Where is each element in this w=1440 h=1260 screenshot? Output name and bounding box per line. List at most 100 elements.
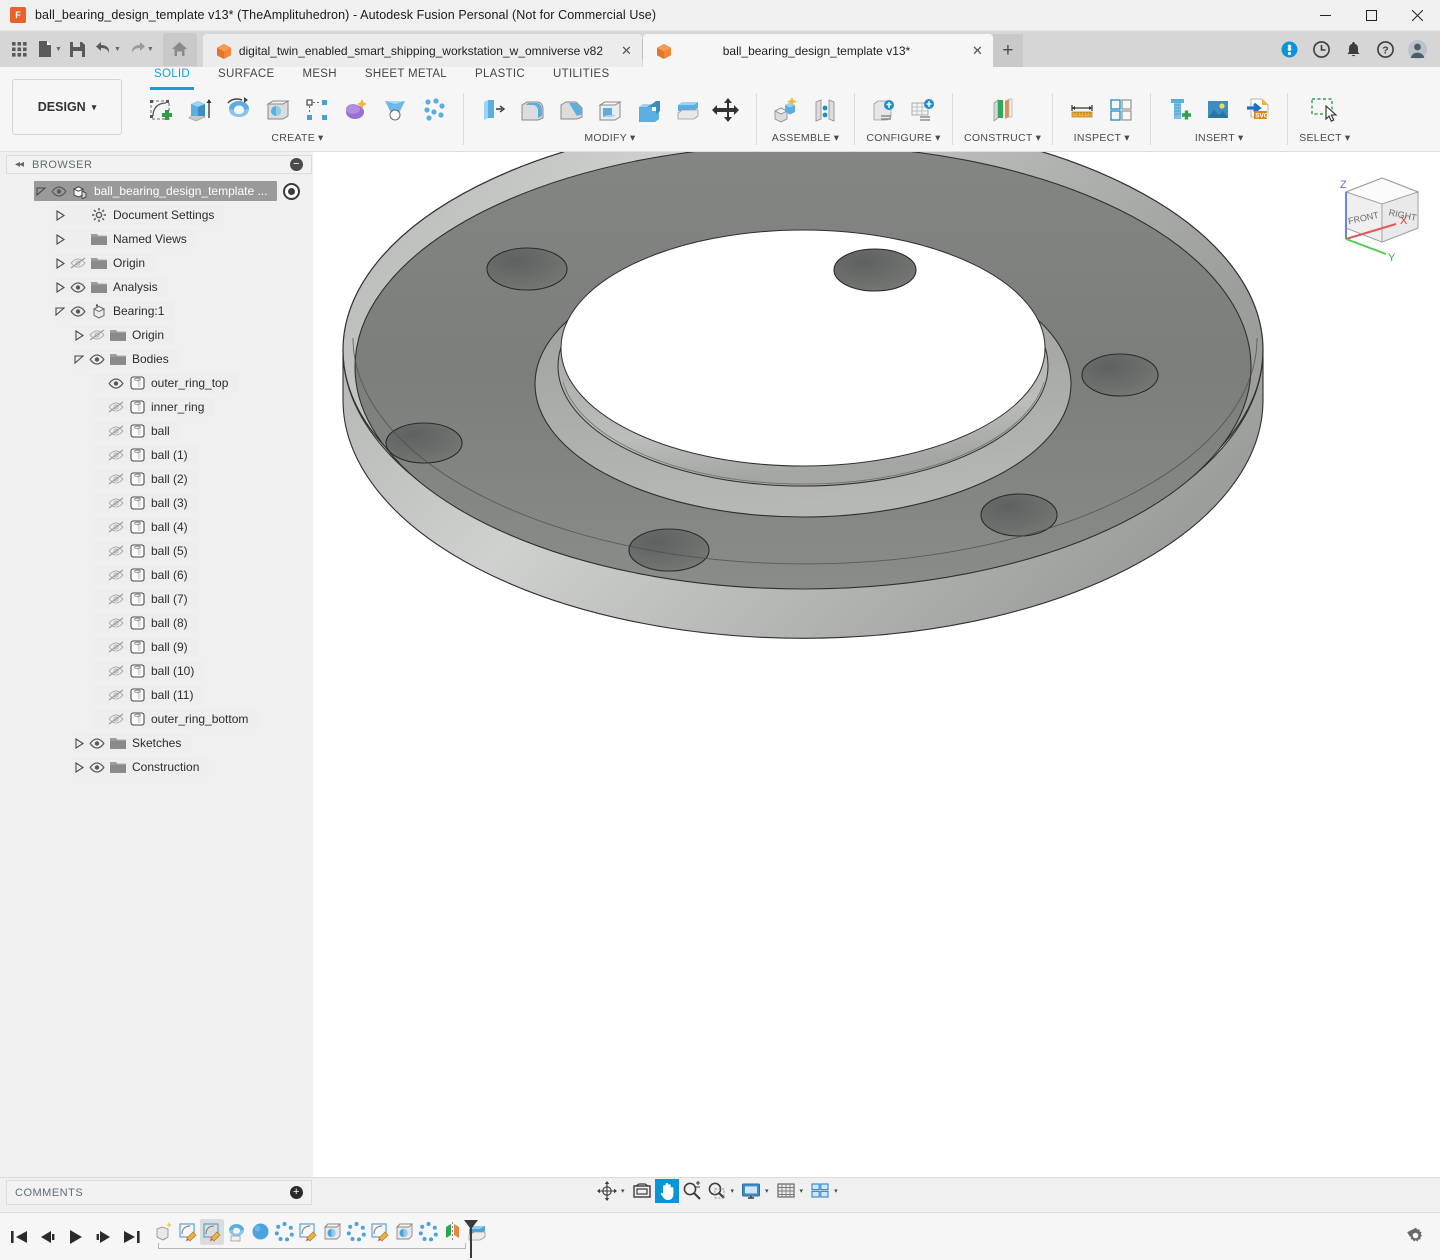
timeline-sphere[interactable] — [248, 1219, 272, 1245]
timeline-hole-1[interactable] — [320, 1219, 344, 1245]
browser-tree-item-named-views[interactable]: Named Views — [6, 227, 312, 251]
timeline-sketch-1[interactable] — [176, 1219, 200, 1245]
browser-tree-row[interactable]: Named Views — [53, 229, 197, 249]
timeline-circular-pattern-2[interactable] — [344, 1219, 368, 1245]
browser-tree-row[interactable]: outer_ring_top — [91, 373, 238, 393]
browser-tree-item-bodies[interactable]: Bodies — [6, 347, 312, 371]
browser-tree-item-inner-ring[interactable]: inner_ring — [6, 395, 312, 419]
browser-tree-item-construction[interactable]: Construction — [6, 755, 312, 779]
timeline-hole-2[interactable] — [392, 1219, 416, 1245]
browser-tree-row[interactable]: Analysis — [53, 277, 168, 297]
visibility-eye-off-icon[interactable] — [105, 425, 127, 437]
measure-icon[interactable] — [1064, 91, 1100, 129]
split-body-icon[interactable] — [670, 91, 706, 129]
ribbon-tab-mesh[interactable]: MESH — [288, 67, 350, 88]
browser-tree-item-sketches[interactable]: Sketches — [6, 731, 312, 755]
browser-tree-item-outer-ring-top[interactable]: outer_ring_top — [6, 371, 312, 395]
browser-tree-item-ball-1[interactable]: ball (1) — [6, 443, 312, 467]
step-back-icon[interactable] — [36, 1224, 58, 1250]
zoom-window-icon[interactable] — [705, 1179, 729, 1203]
browser-tree-item-analysis[interactable]: Analysis — [6, 275, 312, 299]
shell-icon[interactable] — [592, 91, 628, 129]
insert-svg-icon[interactable]: SVG — [1240, 91, 1276, 129]
visibility-eye-off-icon[interactable] — [105, 665, 127, 677]
ribbon-tab-utilities[interactable]: UTILITIES — [539, 67, 623, 88]
browser-tree-row[interactable]: ball_bearing_design_template ... — [34, 181, 277, 201]
visibility-eye-off-icon[interactable] — [105, 521, 127, 533]
visibility-eye-off-icon[interactable] — [105, 497, 127, 509]
zoom-window-dropdown-caret[interactable]: ▾ — [730, 1187, 739, 1195]
undo-dropdown-caret[interactable]: ▼ — [114, 46, 121, 53]
3d-viewport[interactable]: FRONT RIGHT Z X Y — [313, 152, 1440, 1178]
browser-tree-row[interactable]: ball (5) — [91, 541, 198, 561]
visibility-eye-off-icon[interactable] — [86, 329, 108, 341]
browser-tree-item-ball-2[interactable]: ball (2) — [6, 467, 312, 491]
browser-tree-item-ball-5[interactable]: ball (5) — [6, 539, 312, 563]
browser-tree-item-ball[interactable]: ball — [6, 419, 312, 443]
decal-icon[interactable] — [1201, 91, 1237, 129]
browser-tree-item-ball-bearing-design-template[interactable]: ball_bearing_design_template ... — [6, 179, 312, 203]
browser-minimize-icon[interactable]: − — [290, 158, 303, 171]
visibility-eye-off-icon[interactable] — [105, 401, 127, 413]
offset-plane-icon[interactable] — [985, 91, 1021, 129]
visibility-eye-icon[interactable] — [48, 186, 70, 197]
expand-arrow-open-icon[interactable] — [34, 186, 48, 197]
visibility-eye-off-icon[interactable] — [105, 713, 127, 725]
workspace-switcher-button[interactable]: DESIGN ▾ — [12, 79, 122, 135]
document-tab-close-0[interactable]: ✕ — [611, 43, 632, 59]
visibility-eye-off-icon[interactable] — [67, 257, 89, 269]
expand-arrow-closed-icon[interactable] — [53, 234, 67, 245]
browser-tree-row[interactable]: outer_ring_bottom — [91, 709, 258, 729]
visibility-eye-off-icon[interactable] — [105, 569, 127, 581]
extrude-icon[interactable] — [182, 91, 218, 129]
joint-icon[interactable] — [807, 91, 843, 129]
ribbon-tab-plastic[interactable]: PLASTIC — [461, 67, 539, 88]
timeline-settings-gear-icon[interactable] — [1407, 1227, 1424, 1247]
visibility-eye-off-icon[interactable] — [105, 689, 127, 701]
browser-tree-row[interactable]: Origin — [72, 325, 174, 345]
expand-arrow-closed-icon[interactable] — [72, 738, 86, 749]
look-at-icon[interactable] — [630, 1179, 654, 1203]
fillet-icon[interactable] — [514, 91, 550, 129]
browser-tree-item-ball-8[interactable]: ball (8) — [6, 611, 312, 635]
expand-arrow-open-icon[interactable] — [53, 306, 67, 317]
browser-tree-row[interactable]: ball (1) — [91, 445, 198, 465]
expand-arrow-closed-icon[interactable] — [53, 210, 67, 221]
browser-tree-item-bearing-1[interactable]: Bearing:1 — [6, 299, 312, 323]
visibility-eye-off-icon[interactable] — [105, 473, 127, 485]
timeline-sketch-4[interactable] — [368, 1219, 392, 1245]
viewports-icon[interactable] — [808, 1179, 832, 1203]
browser-tree-row[interactable]: ball (6) — [91, 565, 198, 585]
visibility-eye-icon[interactable] — [86, 762, 108, 773]
press-pull-icon[interactable] — [475, 91, 511, 129]
activate-component-radio[interactable] — [283, 183, 300, 200]
grid-snap-dropdown-caret[interactable]: ▾ — [799, 1187, 808, 1195]
browser-tree-row[interactable]: ball (2) — [91, 469, 198, 489]
visibility-eye-icon[interactable] — [86, 354, 108, 365]
browser-tree-row[interactable]: ball — [91, 421, 180, 441]
loft-icon[interactable] — [377, 91, 413, 129]
document-tab-close-1[interactable]: ✕ — [962, 43, 983, 59]
browser-tree-item-ball-6[interactable]: ball (6) — [6, 563, 312, 587]
browser-tree-row[interactable]: ball (9) — [91, 637, 198, 657]
create-sketch-icon[interactable] — [143, 91, 179, 129]
combine-icon[interactable] — [631, 91, 667, 129]
timeline-new-component[interactable] — [152, 1219, 176, 1245]
select-cursor-icon[interactable] — [1304, 91, 1346, 129]
visibility-eye-icon[interactable] — [67, 306, 89, 317]
expand-arrow-open-icon[interactable] — [72, 354, 86, 365]
browser-tree-item-ball-7[interactable]: ball (7) — [6, 587, 312, 611]
user-avatar-icon[interactable] — [1402, 34, 1432, 64]
new-component-icon[interactable] — [768, 91, 804, 129]
browser-tree-row[interactable]: Document Settings — [53, 205, 224, 225]
timeline-mirror[interactable] — [440, 1219, 464, 1245]
pan-hand-icon[interactable] — [655, 1179, 679, 1203]
revolve-icon[interactable] — [221, 91, 257, 129]
step-forward-icon[interactable] — [92, 1224, 114, 1250]
configuration-table-icon[interactable] — [905, 91, 941, 129]
document-tab-0[interactable]: digital_twin_enabled_smart_shipping_work… — [203, 34, 642, 67]
orbit-dropdown-caret[interactable]: ▾ — [620, 1187, 629, 1195]
extensions-icon[interactable] — [1274, 34, 1304, 64]
browser-tree-row[interactable]: ball (4) — [91, 517, 198, 537]
visibility-eye-off-icon[interactable] — [105, 545, 127, 557]
